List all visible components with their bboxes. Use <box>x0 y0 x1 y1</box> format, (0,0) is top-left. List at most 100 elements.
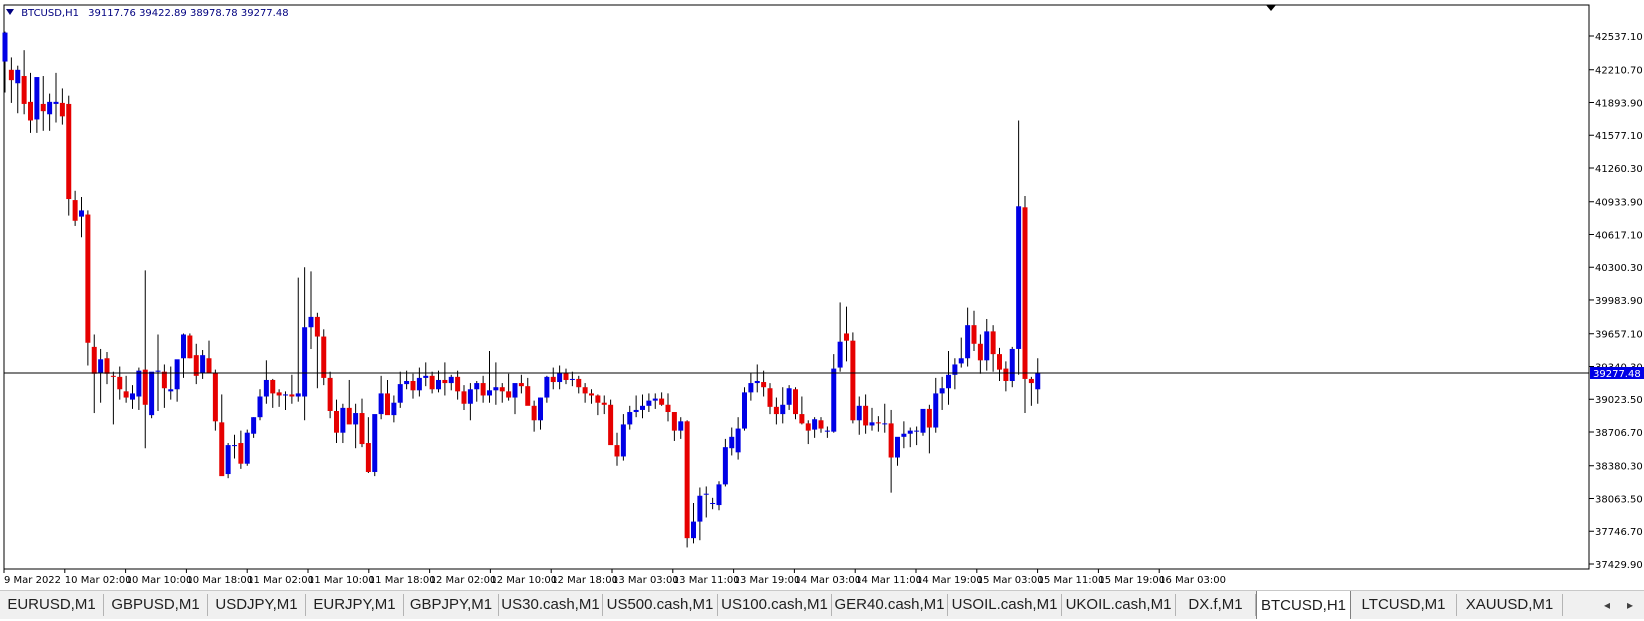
bear-candle-body <box>767 388 773 407</box>
bear-candle-body <box>863 405 869 426</box>
bull-candle-body <box>295 393 301 397</box>
x-axis-tick-label: 15 Mar 11:00 <box>1038 575 1105 586</box>
tab-btcusd-h1[interactable]: BTCUSD,H1 <box>1256 591 1351 619</box>
chart-tab-bar: EURUSD,M1 GBPUSD,M1 USDJPY,M1 EURJPY,M1 GBPJ… <box>0 590 1644 619</box>
bull-candle-body <box>697 495 703 522</box>
tab-ger40-cash-m1[interactable]: GER40.cash,M1 <box>832 594 948 616</box>
tab-gbpjpy-m1[interactable]: GBPJPY,M1 <box>404 594 499 616</box>
x-axis-tick-label: 10 Mar 02:00 <box>65 575 132 586</box>
bear-candle-body <box>8 69 14 81</box>
tab-ukoil-cash-m1[interactable]: UKOIL.cash,M1 <box>1062 594 1176 616</box>
bull-candle-body <box>302 327 308 397</box>
bull-candle-body <box>742 392 747 429</box>
bull-candle-body <box>691 521 696 539</box>
tab-scroll-right-icon[interactable]: ▸ <box>1620 594 1640 616</box>
bear-candle-body <box>608 404 614 446</box>
bull-candle-body <box>467 389 473 404</box>
bull-candle-body <box>729 436 735 449</box>
bull-candle-body <box>678 421 684 431</box>
bear-candle-body <box>531 405 537 421</box>
bear-candle-body <box>850 340 856 421</box>
x-axis-tick-label: 10 Mar 18:00 <box>186 575 253 586</box>
bear-candle-body <box>601 402 607 405</box>
bull-candle-body <box>710 502 716 504</box>
bear-candle-body <box>40 103 46 112</box>
bear-candle-body <box>314 316 320 337</box>
bear-candle-body <box>563 372 569 380</box>
bear-candle-body <box>671 412 677 431</box>
bull-candle-body <box>946 374 951 389</box>
bull-candle-body <box>436 379 441 390</box>
bull-candle-body <box>53 101 59 104</box>
bull-candle-body <box>200 355 206 373</box>
bull-candle-body <box>812 419 818 430</box>
x-axis-tick-label: 12 Mar 02:00 <box>430 575 497 586</box>
bull-candle-body <box>130 393 135 400</box>
bear-candle-body <box>72 200 78 221</box>
y-axis-tick-label: 39023.50 <box>1595 395 1643 406</box>
tab-gbpusd-m1[interactable]: GBPUSD,M1 <box>104 594 208 616</box>
bull-candle-body <box>1035 372 1041 390</box>
bull-candle-body <box>933 393 939 428</box>
chart-window[interactable]: BTCUSD,H1 39117.76 39422.89 38978.78 392… <box>0 0 1644 590</box>
bull-candle-body <box>538 397 543 421</box>
y-axis-tick-label: 40933.90 <box>1595 198 1643 209</box>
y-axis-tick-label: 38380.30 <box>1595 462 1643 473</box>
y-axis-tick-label: 38706.70 <box>1595 428 1643 439</box>
bear-candle-body <box>595 395 601 403</box>
tab-xauusd-m1[interactable]: XAUUSD,M1 <box>1457 594 1563 616</box>
bear-candle-body <box>761 382 767 388</box>
bear-candle-body <box>289 394 295 397</box>
bull-candle-body <box>722 447 728 485</box>
bull-candle-body <box>780 404 786 415</box>
tab-eurusd-m1[interactable]: EURUSD,M1 <box>0 594 104 616</box>
tab-us100-cash-m1[interactable]: US100.cash,M1 <box>718 594 832 616</box>
bull-candle-body <box>79 210 84 217</box>
y-axis-tick-label: 40617.10 <box>1595 230 1643 241</box>
bull-candle-body <box>907 430 913 434</box>
bear-candle-body <box>346 407 352 425</box>
x-axis-tick-label: 14 Mar 11:00 <box>855 575 922 586</box>
x-axis-tick-label: 10 Mar 10:00 <box>126 575 193 586</box>
bear-candle-body <box>875 422 881 424</box>
bear-candle-body <box>926 408 932 428</box>
bull-candle-body <box>391 402 397 416</box>
bear-candle-body <box>123 391 129 398</box>
tab-ltcusd-m1[interactable]: LTCUSD,M1 <box>1351 594 1457 616</box>
y-axis-tick-label: 39983.90 <box>1595 296 1643 307</box>
bear-candle-body <box>219 422 225 477</box>
bear-candle-body <box>1028 378 1034 384</box>
y-axis-tick-label: 38063.50 <box>1595 494 1643 505</box>
bear-candle-body <box>888 423 894 458</box>
tab-dx-f-m1[interactable]: DX.f,M1 <box>1176 594 1256 616</box>
tab-us500-cash-m1[interactable]: US500.cash,M1 <box>603 594 718 616</box>
bull-candle-body <box>939 388 945 394</box>
bull-candle-body <box>914 430 920 432</box>
bull-candle-body <box>786 388 792 405</box>
y-axis-tick-label: 42537.10 <box>1595 32 1643 43</box>
tab-usoil-cash-m1[interactable]: USOIL.cash,M1 <box>948 594 1062 616</box>
y-axis-tick-label: 39657.10 <box>1595 330 1643 341</box>
tab-usdjpy-m1[interactable]: USDJPY,M1 <box>208 594 306 616</box>
bull-candle-body <box>2 32 8 62</box>
tab-scroll-left-icon[interactable]: ◂ <box>1597 594 1617 616</box>
bull-candle-body <box>372 414 378 472</box>
bear-candle-body <box>359 413 365 445</box>
bear-candle-body <box>187 335 193 359</box>
bull-candle-body <box>98 359 104 373</box>
x-axis-tick-label: 14 Mar 03:00 <box>794 575 861 586</box>
bear-candle-body <box>684 421 690 539</box>
bear-candle-body <box>518 383 524 387</box>
symbol-menu-triangle-icon[interactable] <box>6 9 14 15</box>
tab-us30-cash-m1[interactable]: US30.cash,M1 <box>499 594 603 616</box>
bull-candle-body <box>646 400 652 406</box>
bull-candle-body <box>340 407 346 433</box>
bear-candle-body <box>773 406 779 415</box>
tab-eurjpy-m1[interactable]: EURJPY,M1 <box>306 594 404 616</box>
bear-candle-body <box>117 376 123 390</box>
candlestick-chart[interactable]: 42537.10 42210.70 41893.90 41577.10 41260.30… <box>0 0 1644 590</box>
bear-candle-body <box>589 393 594 396</box>
bear-candle-body <box>85 214 91 343</box>
bear-candle-body <box>506 391 512 398</box>
bull-candle-body <box>155 370 161 372</box>
